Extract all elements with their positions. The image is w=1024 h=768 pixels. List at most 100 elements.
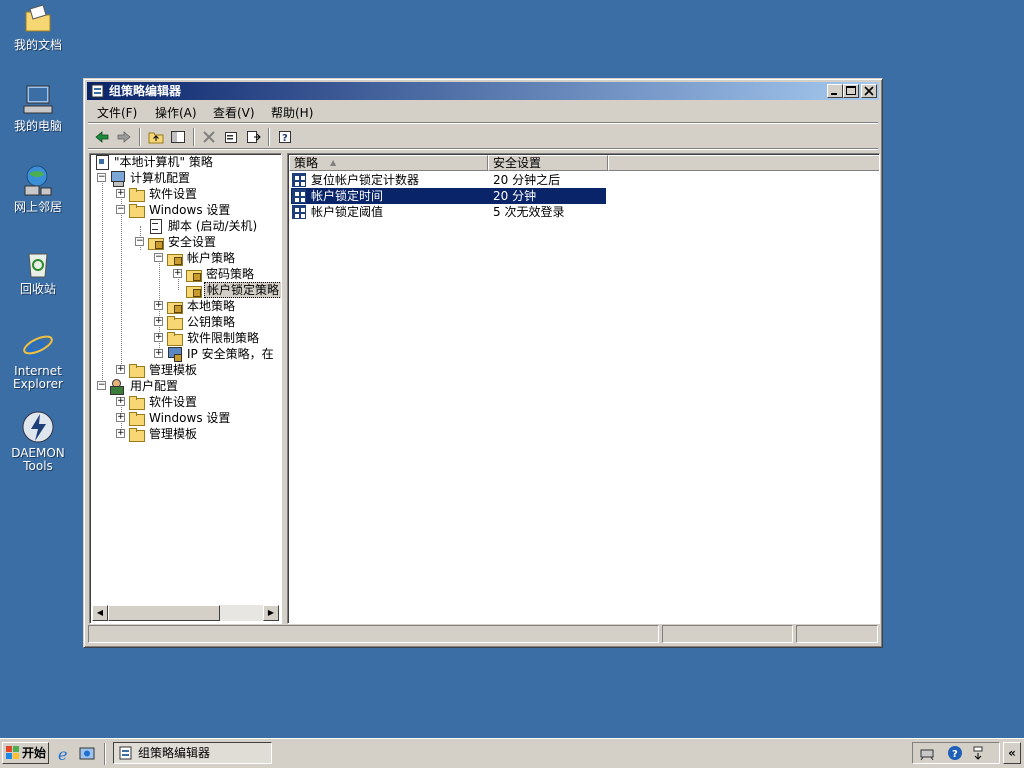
desktop-icon-recycle-bin[interactable]: 回收站: [2, 246, 74, 296]
desktop-icon-daemon-tools[interactable]: DAEMON Tools: [2, 410, 74, 473]
toolbar-separator: [139, 128, 141, 146]
security-settings-icon: [147, 234, 164, 250]
tree-item-label: 脚本 (启动/关机): [168, 219, 258, 233]
tree-item-label: 帐户策略: [187, 251, 236, 265]
taskbar-item-gpedit[interactable]: 组策略编辑器: [113, 742, 272, 764]
expand-icon[interactable]: +: [116, 413, 125, 422]
expand-icon[interactable]: +: [154, 333, 163, 342]
export-list-icon[interactable]: [242, 127, 264, 147]
expand-icon[interactable]: +: [116, 429, 125, 438]
policy-setting: 5 次无效登录: [493, 205, 565, 219]
tree-item-label: IP 安全策略，在: [187, 347, 274, 361]
scroll-left-button[interactable]: ◀: [92, 605, 108, 621]
collapse-icon[interactable]: −: [97, 173, 106, 182]
up-one-level-icon[interactable]: [145, 127, 167, 147]
folder-icon: [128, 394, 145, 410]
quick-launch-ie-icon[interactable]: e: [56, 745, 74, 764]
policy-setting: 20 分钟之后: [493, 173, 561, 187]
tree-item-label: 用户配置: [130, 379, 179, 393]
status-panel: [796, 625, 878, 643]
policy-name: 帐户锁定阈值: [311, 205, 384, 219]
svg-text:?: ?: [282, 133, 288, 144]
policy-setting-icon: [292, 205, 306, 219]
expand-icon[interactable]: +: [154, 301, 163, 310]
details-pane[interactable]: 策略 ▲ 安全设置 复位帐户锁定计数器 20 分钟之后 帐户锁定时间 20 分钟…: [287, 153, 880, 624]
scroll-thumb[interactable]: [108, 605, 220, 621]
folder-icon: [166, 330, 183, 346]
status-bar: [88, 625, 878, 643]
collapse-icon[interactable]: −: [97, 381, 106, 390]
folder-icon: [128, 410, 145, 426]
desktop-icon-label: 我的电脑: [13, 119, 62, 133]
tree-item-label: 管理模板: [149, 363, 198, 377]
maximize-button[interactable]: [843, 84, 859, 98]
script-icon: [147, 218, 163, 234]
desktop-icon-label: 回收站: [19, 282, 56, 296]
desktop-icon-internet-explorer[interactable]: e Internet Explorer: [2, 328, 74, 391]
start-label: 开始: [22, 746, 47, 760]
desktop-icon-my-computer[interactable]: 我的电脑: [2, 83, 74, 133]
toolbar-separator: [268, 128, 270, 146]
back-button[interactable]: [91, 127, 113, 147]
menu-file[interactable]: 文件(F): [97, 104, 137, 121]
svg-text:?: ?: [952, 749, 958, 760]
quick-launch-desktop-icon[interactable]: [78, 745, 96, 763]
network-places-icon: [21, 164, 55, 198]
expand-icon[interactable]: +: [116, 189, 125, 198]
desktop-icon-label: Internet Explorer: [13, 364, 63, 391]
folder-icon: [128, 202, 145, 218]
expand-icon[interactable]: +: [116, 365, 125, 374]
ip-security-icon: [166, 346, 182, 362]
list-row[interactable]: 复位帐户锁定计数器 20 分钟之后: [291, 172, 606, 188]
gpedit-app-icon: [118, 745, 134, 761]
minimize-button[interactable]: [827, 84, 843, 98]
network-tray-icon[interactable]: [919, 745, 935, 761]
title-bar[interactable]: 组策略编辑器: [87, 82, 879, 100]
properties-icon[interactable]: [220, 127, 242, 147]
policy-setting: 20 分钟: [493, 189, 537, 203]
folder-icon: [128, 362, 145, 378]
lock-folder-icon: [166, 250, 183, 266]
start-button[interactable]: 开始: [2, 742, 49, 764]
close-button[interactable]: [861, 84, 877, 98]
gpedit-app-icon: [90, 83, 106, 99]
tree-item-label: 计算机配置: [130, 171, 191, 185]
help-icon[interactable]: ?: [274, 127, 296, 147]
delete-icon[interactable]: [198, 127, 220, 147]
column-header-security-setting[interactable]: 安全设置: [488, 155, 608, 171]
show-hidden-icons-button[interactable]: «: [1003, 742, 1021, 764]
column-header-policy[interactable]: 策略 ▲: [289, 155, 488, 171]
expand-icon[interactable]: +: [154, 317, 163, 326]
tray-arrows-icon[interactable]: [971, 745, 987, 761]
expand-icon[interactable]: +: [154, 349, 163, 358]
list-row[interactable]: 帐户锁定阈值 5 次无效登录: [291, 204, 606, 220]
system-tray: ?: [912, 742, 1000, 764]
column-header-empty: [608, 155, 879, 171]
toolbar: ?: [88, 125, 878, 149]
tree-pane[interactable]: "本地计算机" 策略 − 计算机配置 + 软件设置 − Windows 设置 脚…: [89, 153, 282, 624]
expand-icon[interactable]: +: [116, 397, 125, 406]
desktop-icon-my-documents[interactable]: 我的文档: [2, 2, 74, 52]
tree-horizontal-scrollbar[interactable]: ◀ ▶: [92, 605, 279, 621]
tree-item-label: 软件设置: [149, 395, 198, 409]
expand-icon[interactable]: +: [173, 269, 182, 278]
tree-item-label: Windows 设置: [149, 203, 231, 217]
scroll-right-button[interactable]: ▶: [263, 605, 279, 621]
collapse-icon[interactable]: −: [135, 237, 144, 246]
status-panel: [662, 625, 793, 643]
list-row-selected[interactable]: 帐户锁定时间 20 分钟: [291, 188, 606, 204]
menu-view[interactable]: 查看(V): [213, 104, 255, 121]
help-tray-icon[interactable]: ?: [947, 745, 963, 761]
collapse-icon[interactable]: −: [154, 253, 163, 262]
tree-item-label: 软件设置: [149, 187, 198, 201]
collapse-icon[interactable]: −: [116, 205, 125, 214]
my-computer-icon: [21, 83, 55, 117]
forward-button[interactable]: [113, 127, 135, 147]
menu-action[interactable]: 操作(A): [155, 104, 197, 121]
menu-help[interactable]: 帮助(H): [271, 104, 313, 121]
show-hide-tree-icon[interactable]: [167, 127, 189, 147]
desktop-icon-label: 我的文档: [13, 38, 62, 52]
taskbar-item-label: 组策略编辑器: [138, 746, 211, 760]
policy-name: 帐户锁定时间: [311, 189, 384, 203]
desktop-icon-network[interactable]: 网上邻居: [2, 164, 74, 214]
